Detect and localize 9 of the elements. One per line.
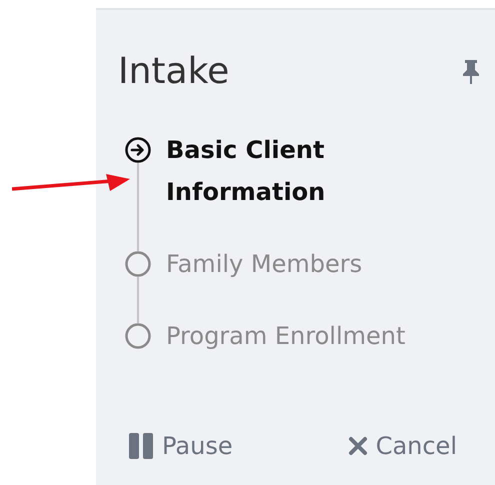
cancel-button[interactable]: Cancel	[348, 429, 457, 463]
step-label[interactable]: Family Members	[166, 243, 362, 315]
step-label[interactable]: Basic Client Information	[166, 129, 456, 243]
pause-button[interactable]: Pause	[128, 429, 233, 463]
pause-icon	[128, 433, 154, 459]
panel-title: Intake	[118, 50, 230, 94]
pin-icon[interactable]	[461, 59, 481, 85]
step-label[interactable]: Program Enrollment	[166, 315, 406, 357]
close-icon	[348, 436, 368, 456]
